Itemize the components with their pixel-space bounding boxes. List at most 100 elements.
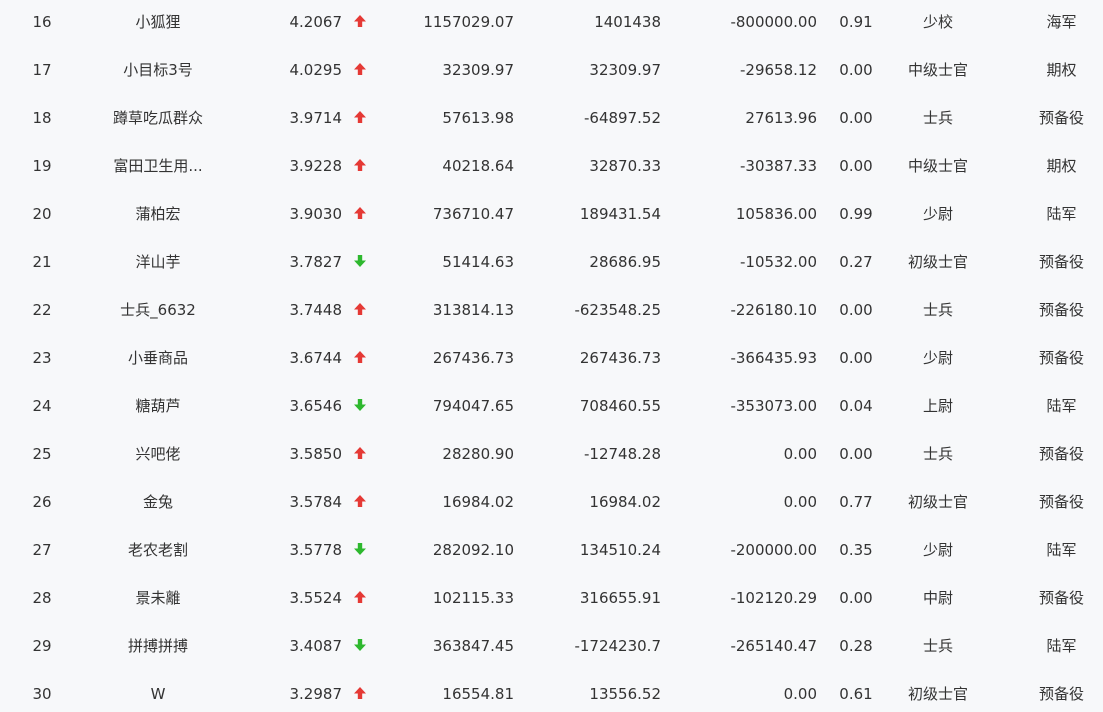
rank-cell: 21 <box>32 253 52 271</box>
military-rank-cell: 少尉 <box>922 349 953 367</box>
table-row[interactable]: 17 小目标3号 4.0295 32309.97 32309.97 -29658.12 0.… <box>0 46 1103 94</box>
ratio-cell: 0.00 <box>839 589 873 607</box>
player-name: 兴吧佬 <box>135 445 181 463</box>
score-cell: 3.5784 <box>289 493 343 511</box>
table-row[interactable]: 25 兴吧佬 3.5850 28280.90 -12748.28 0.00 0.00 士兵 预备… <box>0 430 1103 478</box>
value-cell-2: 32870.33 <box>589 157 661 175</box>
table-row[interactable]: 22 士兵_6632 3.7448 313814.13 -623548.25 -22618… <box>0 286 1103 334</box>
arrow-up-icon <box>350 286 370 334</box>
player-name: W <box>150 685 166 703</box>
score-cell: 3.2987 <box>289 685 343 703</box>
military-rank-cell: 少尉 <box>922 541 953 559</box>
ratio-cell: 0.00 <box>839 61 873 79</box>
arrow-up-icon <box>350 46 370 94</box>
ratio-cell: 0.91 <box>839 13 873 31</box>
table-row[interactable]: 30 W 3.2987 16554.81 13556.52 0.00 0.61 初级士官 预备役 <box>0 670 1103 712</box>
player-name: 老农老割 <box>127 541 188 559</box>
table-row[interactable]: 20 蒲柏宏 3.9030 736710.47 189431.54 105836.00 0.… <box>0 190 1103 238</box>
military-rank-cell: 中级士官 <box>907 61 968 79</box>
military-rank-cell: 初级士官 <box>907 493 968 511</box>
value-cell-3: 0.00 <box>783 685 817 703</box>
score-cell: 3.7827 <box>289 253 343 271</box>
arrow-down-icon <box>350 238 370 286</box>
value-cell-3: -200000.00 <box>730 541 817 559</box>
value-cell-1: 28280.90 <box>442 445 514 463</box>
player-name: 景未離 <box>135 589 181 607</box>
score-cell: 3.6744 <box>289 349 343 367</box>
player-name: 金兔 <box>142 493 173 511</box>
rank-cell: 22 <box>32 301 52 319</box>
military-rank-cell: 上尉 <box>922 397 953 415</box>
branch-cell: 预备役 <box>1038 589 1084 607</box>
ratio-cell: 0.99 <box>839 205 873 223</box>
value-cell-2: 708460.55 <box>579 397 661 415</box>
score-cell: 3.9030 <box>289 205 343 223</box>
score-cell: 3.4087 <box>289 637 343 655</box>
arrow-up-icon <box>350 334 370 382</box>
player-name: 蒲柏宏 <box>135 205 181 223</box>
value-cell-2: 32309.97 <box>589 61 661 79</box>
table-row[interactable]: 24 糖葫芦 3.6546 794047.65 708460.55 -353073.00 0… <box>0 382 1103 430</box>
ratio-cell: 0.00 <box>839 109 873 127</box>
table-row[interactable]: 18 蹲草吃瓜群众 3.9714 57613.98 -64897.52 27613.96 0… <box>0 94 1103 142</box>
arrow-up-icon <box>350 478 370 526</box>
arrow-up-icon <box>350 142 370 190</box>
value-cell-2: 1401438 <box>594 13 661 31</box>
ratio-cell: 0.77 <box>839 493 873 511</box>
value-cell-2: 267436.73 <box>579 349 661 367</box>
branch-cell: 期权 <box>1046 157 1077 175</box>
rank-cell: 28 <box>32 589 52 607</box>
score-cell: 3.7448 <box>289 301 343 319</box>
player-name: 拼搏拼搏 <box>127 637 188 655</box>
rank-cell: 24 <box>32 397 52 415</box>
table-row[interactable]: 26 金兔 3.5784 16984.02 16984.02 0.00 0.77 初级士官 预备… <box>0 478 1103 526</box>
arrow-up-icon <box>350 430 370 478</box>
score-cell: 3.5850 <box>289 445 343 463</box>
score-cell: 3.5778 <box>289 541 343 559</box>
value-cell-3: -366435.93 <box>730 349 817 367</box>
value-cell-3: -800000.00 <box>730 13 817 31</box>
arrow-up-icon <box>350 190 370 238</box>
table-row[interactable]: 21 洋山芋 3.7827 51414.63 28686.95 -10532.00 0.27… <box>0 238 1103 286</box>
value-cell-3: 105836.00 <box>735 205 817 223</box>
military-rank-cell: 初级士官 <box>907 685 968 703</box>
value-cell-3: 0.00 <box>783 445 817 463</box>
player-name: 小目标3号 <box>123 61 193 79</box>
table-row[interactable]: 19 富田卫生用... 3.9228 40218.64 32870.33 -30387.3… <box>0 142 1103 190</box>
value-cell-3: 0.00 <box>783 493 817 511</box>
value-cell-1: 16554.81 <box>442 685 514 703</box>
table-row[interactable]: 23 小垂商品 3.6744 267436.73 267436.73 -366435.93… <box>0 334 1103 382</box>
value-cell-1: 313814.13 <box>432 301 514 319</box>
table-row[interactable]: 16 小狐狸 4.2067 1157029.07 1401438 -800000.00 0.… <box>0 0 1103 46</box>
value-cell-3: -265140.47 <box>730 637 817 655</box>
value-cell-3: -226180.10 <box>730 301 817 319</box>
score-cell: 3.6546 <box>289 397 343 415</box>
value-cell-3: -353073.00 <box>730 397 817 415</box>
player-name: 糖葫芦 <box>135 397 181 415</box>
value-cell-1: 102115.33 <box>432 589 514 607</box>
branch-cell: 陆军 <box>1046 397 1077 415</box>
table-row[interactable]: 29 拼搏拼搏 3.4087 363847.45 -1724230.7 -265140.4… <box>0 622 1103 670</box>
score-cell: 4.0295 <box>289 61 343 79</box>
value-cell-2: 28686.95 <box>589 253 661 271</box>
ratio-cell: 0.00 <box>839 301 873 319</box>
military-rank-cell: 士兵 <box>922 445 953 463</box>
rank-cell: 29 <box>32 637 52 655</box>
branch-cell: 预备役 <box>1038 301 1084 319</box>
branch-cell: 预备役 <box>1038 493 1084 511</box>
value-cell-1: 40218.64 <box>442 157 514 175</box>
ratio-cell: 0.61 <box>839 685 873 703</box>
military-rank-cell: 中级士官 <box>907 157 968 175</box>
arrow-up-icon <box>350 574 370 622</box>
arrow-down-icon <box>350 526 370 574</box>
value-cell-2: -12748.28 <box>584 445 661 463</box>
table-row[interactable]: 27 老农老割 3.5778 282092.10 134510.24 -200000.00… <box>0 526 1103 574</box>
value-cell-1: 1157029.07 <box>423 13 514 31</box>
military-rank-cell: 少尉 <box>922 205 953 223</box>
value-cell-3: -29658.12 <box>740 61 817 79</box>
rank-cell: 30 <box>32 685 52 703</box>
ranking-table: 16 小狐狸 4.2067 1157029.07 1401438 -800000.00 0.… <box>0 0 1103 712</box>
value-cell-1: 51414.63 <box>442 253 514 271</box>
table-row[interactable]: 28 景未離 3.5524 102115.33 316655.91 -102120.29 0… <box>0 574 1103 622</box>
military-rank-cell: 中尉 <box>922 589 953 607</box>
